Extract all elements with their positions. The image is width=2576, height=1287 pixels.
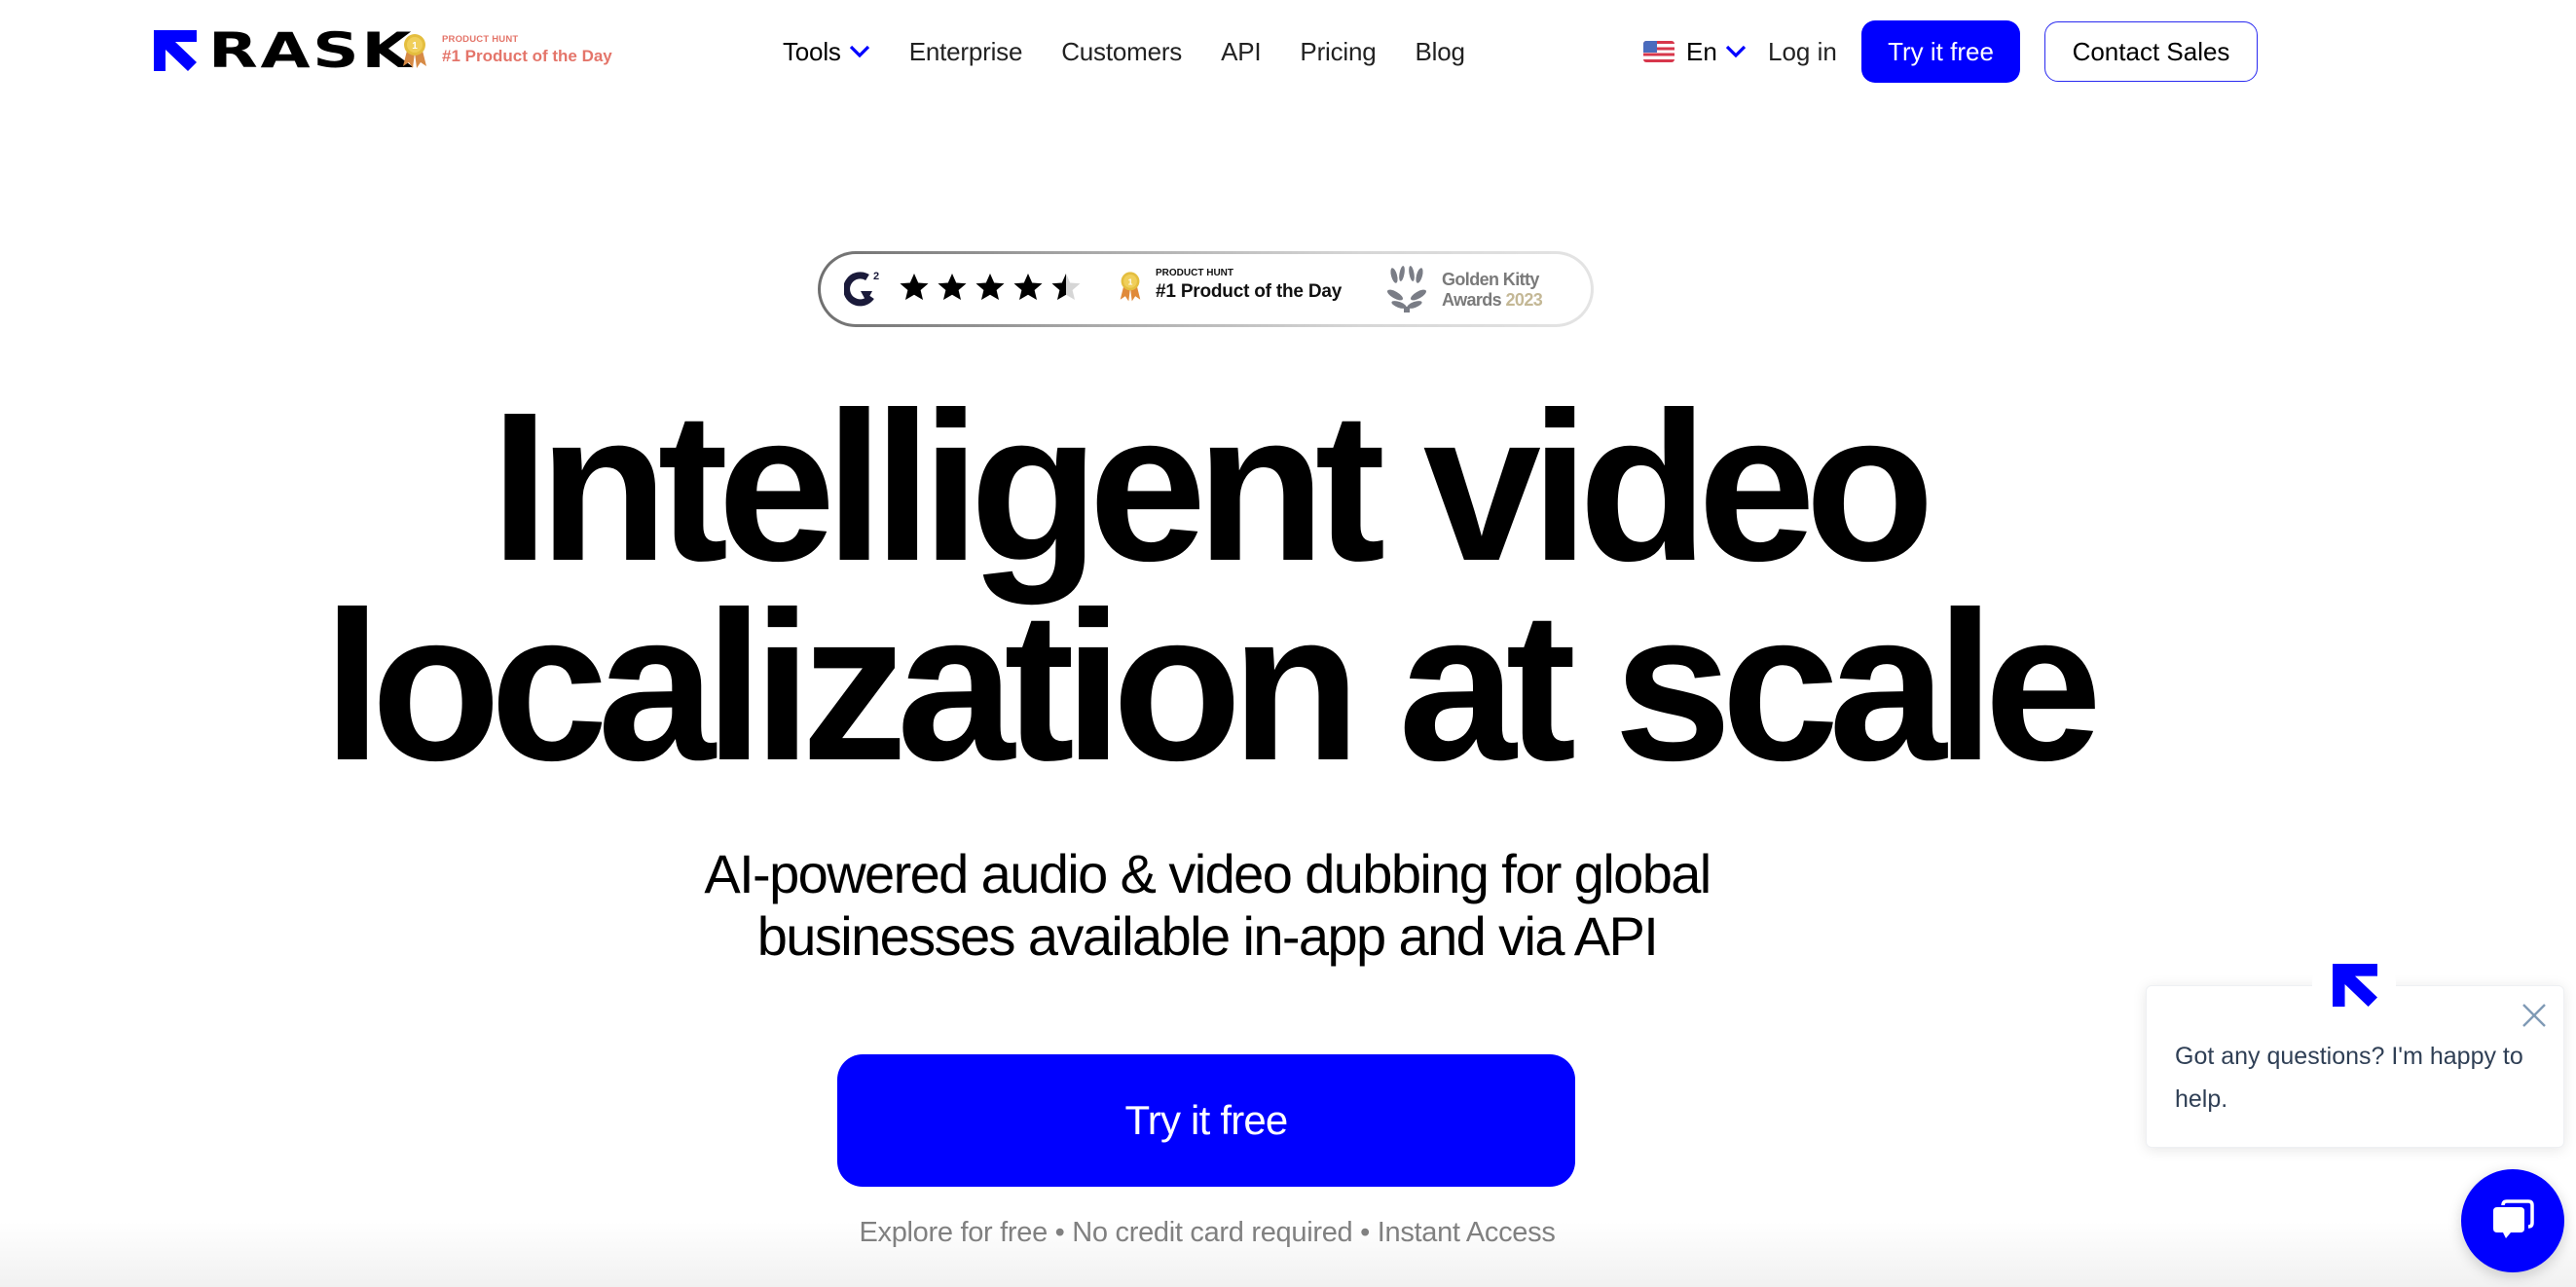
rask-arrow-avatar-icon: [2333, 964, 2377, 1007]
hero-reassurance-text: Explore for free • No credit card requir…: [859, 1217, 1556, 1248]
golden-kitty-line2: Awards 2023: [1442, 290, 1543, 310]
awards-badge: 2 1 PRODUCT HUNT #1 Product of the Day G…: [818, 251, 1594, 327]
chevron-down-icon: [849, 45, 869, 58]
star-full-icon: [975, 274, 1005, 300]
product-hunt-header-badge[interactable]: 1 PRODUCT HUNT #1 Product of the Day: [401, 33, 612, 68]
language-label: En: [1686, 36, 1717, 66]
nav-item-customers[interactable]: Customers: [1061, 37, 1182, 67]
chat-greeting-message: Got any questions? I'm happy to help.: [2175, 1043, 2523, 1113]
star-full-icon: [1013, 274, 1043, 300]
header-try-free-button[interactable]: Try it free: [1861, 20, 2020, 83]
gold-medal-icon: 1: [403, 34, 426, 68]
chat-launcher-button[interactable]: [2461, 1169, 2564, 1272]
us-flag-icon: [1643, 41, 1674, 62]
hero-headline: Intelligent video localization at scale: [0, 369, 2414, 805]
main-nav: Tools Enterprise Customers API Pricing B…: [783, 29, 1504, 74]
logo-wordmark: RASK: [208, 22, 415, 79]
golden-kitty-year: 2023: [1505, 290, 1543, 310]
g2-logo-icon: 2: [844, 271, 879, 307]
award-kicker: PRODUCT HUNT: [1156, 268, 1233, 278]
star-full-icon: [938, 274, 967, 300]
svg-text:1: 1: [412, 41, 418, 52]
svg-text:1: 1: [1128, 276, 1133, 286]
hero-try-free-button[interactable]: Try it free: [837, 1054, 1575, 1187]
nav-item-api[interactable]: API: [1221, 37, 1262, 67]
star-half-icon: [1051, 274, 1081, 300]
nav-item-tools[interactable]: Tools: [783, 37, 870, 67]
close-icon[interactable]: [2521, 1003, 2547, 1028]
svg-text:2: 2: [873, 271, 879, 282]
rask-arrow-logo-icon: [154, 30, 197, 71]
login-link[interactable]: Log in: [1768, 29, 1837, 74]
hero-subheadline-line-1: AI-powered audio & video dubbing for glo…: [704, 843, 1711, 904]
nav-item-pricing[interactable]: Pricing: [1300, 37, 1376, 67]
gold-medal-icon: 1: [1120, 272, 1141, 302]
nav-item-enterprise[interactable]: Enterprise: [909, 37, 1023, 67]
award-title: #1 Product of the Day: [1156, 281, 1343, 302]
laurel-wreath-icon: [1387, 266, 1426, 313]
contact-sales-button[interactable]: Contact Sales: [2044, 21, 2258, 82]
nav-item-blog[interactable]: Blog: [1416, 37, 1465, 67]
hero-headline-line-1: Intelligent video: [490, 369, 1934, 606]
language-selector[interactable]: En: [1643, 29, 1747, 74]
nav-item-label: Tools: [783, 36, 841, 66]
hero-headline-line-2: localization at scale: [322, 569, 2103, 805]
rask-logo-link[interactable]: RASK: [154, 26, 411, 75]
product-hunt-title: #1 Product of the Day: [442, 47, 612, 65]
golden-kitty-line1: Golden Kitty: [1442, 270, 1539, 289]
chevron-down-icon: [1725, 45, 1746, 58]
g2-rating-stars: [899, 272, 1088, 303]
hero-subheadline-line-2: businesses available in-app and via API: [756, 905, 1659, 967]
product-hunt-award: 1 PRODUCT HUNT #1 Product of the Day: [1119, 268, 1342, 305]
product-hunt-kicker: PRODUCT HUNT: [442, 34, 519, 45]
chat-bubbles-icon: [2493, 1199, 2534, 1238]
site-header: RASK 1 PRODUCT HUNT #1 Product of the Da…: [0, 0, 2576, 103]
star-full-icon: [900, 274, 929, 300]
hero-subheadline: AI-powered audio & video dubbing for glo…: [0, 843, 2414, 968]
golden-kitty-award: Golden Kitty Awards 2023: [1385, 266, 1543, 314]
